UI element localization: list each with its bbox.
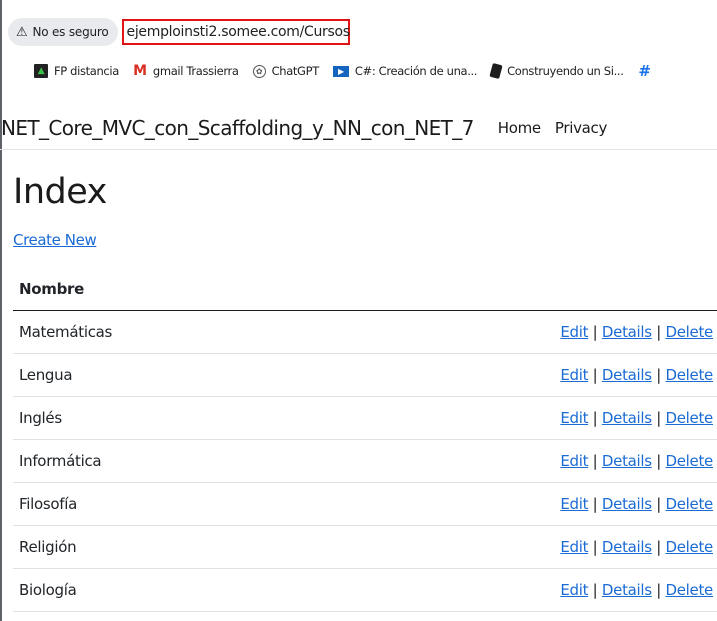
row-actions: Edit | Details | Delete <box>279 482 717 526</box>
details-link[interactable]: Details <box>602 495 652 513</box>
table-row: Matemáticas Edit | Details | Delete <box>13 310 717 354</box>
edit-link[interactable]: Edit <box>560 538 588 556</box>
bookmarks-bar: ▲ FP distancia M gmail Trassierra ✿ Chat… <box>34 60 666 82</box>
separator: | <box>592 581 598 599</box>
bookmark-chatgpt[interactable]: ✿ ChatGPT <box>252 64 320 78</box>
delete-link[interactable]: Delete <box>666 409 714 427</box>
column-header-nombre: Nombre <box>13 268 280 311</box>
site-navbar: NET_Core_MVC_con_Scaffolding_y_NN_con_NE… <box>0 106 717 150</box>
bookmark-label: C#: Creación de una... <box>354 64 478 78</box>
separator: | <box>592 495 598 513</box>
separator: | <box>592 366 598 384</box>
bookmark-construyendo[interactable]: Construyendo un Si... <box>489 62 624 80</box>
details-link[interactable]: Details <box>602 452 652 470</box>
bookmark-app-icon <box>489 62 503 80</box>
courses-table: Nombre Matemáticas Edit | Details | Delet… <box>13 268 717 612</box>
delete-link[interactable]: Delete <box>666 323 714 341</box>
window-edge <box>0 0 2 621</box>
separator: | <box>592 452 598 470</box>
site-brand[interactable]: NET_Core_MVC_con_Scaffolding_y_NN_con_NE… <box>1 116 474 140</box>
row-actions: Edit | Details | Delete <box>279 439 717 483</box>
url-input[interactable]: ejemploinsti2.somee.com/Cursos <box>121 19 350 45</box>
course-name: Filosofía <box>13 482 280 526</box>
row-actions: Edit | Details | Delete <box>279 568 717 612</box>
delete-link[interactable]: Delete <box>666 538 714 556</box>
bookmark-hash[interactable]: # <box>638 62 652 80</box>
separator: | <box>592 538 598 556</box>
edit-link[interactable]: Edit <box>560 366 588 384</box>
course-name: Religión <box>13 525 280 569</box>
edit-link[interactable]: Edit <box>560 495 588 513</box>
separator: | <box>592 409 598 427</box>
table-row: Filosofía Edit | Details | Delete <box>13 482 717 526</box>
video-icon: ▶ <box>332 65 349 77</box>
course-name: Informática <box>13 439 280 483</box>
details-link[interactable]: Details <box>602 409 652 427</box>
edit-link[interactable]: Edit <box>560 452 588 470</box>
table-header-row: Nombre <box>13 268 717 311</box>
row-actions: Edit | Details | Delete <box>279 310 717 354</box>
bookmark-label: Construyendo un Si... <box>507 64 624 78</box>
bookmark-csharp[interactable]: ▶ C#: Creación de una... <box>332 64 478 78</box>
page-title: Index <box>13 172 107 212</box>
nav-home[interactable]: Home <box>498 119 541 137</box>
table-row: Inglés Edit | Details | Delete <box>13 396 717 440</box>
table-row: Lengua Edit | Details | Delete <box>13 353 717 397</box>
fp-distancia-icon: ▲ <box>34 64 48 78</box>
delete-link[interactable]: Delete <box>666 495 714 513</box>
table-row: Religión Edit | Details | Delete <box>13 525 717 569</box>
chatgpt-icon: ✿ <box>252 64 266 78</box>
edit-link[interactable]: Edit <box>560 323 588 341</box>
course-name: Biología <box>13 568 280 612</box>
bookmark-label: ChatGPT <box>271 64 320 78</box>
course-name: Lengua <box>13 353 280 397</box>
separator: | <box>592 323 598 341</box>
delete-link[interactable]: Delete <box>666 452 714 470</box>
address-bar: ⚠ No es seguro ejemploinsti2.somee.com/C… <box>8 18 350 46</box>
gmail-icon: M <box>133 63 147 79</box>
separator: | <box>656 538 662 556</box>
details-link[interactable]: Details <box>602 538 652 556</box>
delete-link[interactable]: Delete <box>666 581 714 599</box>
hash-icon: # <box>638 62 651 80</box>
separator: | <box>656 495 662 513</box>
separator: | <box>656 452 662 470</box>
course-name: Inglés <box>13 396 280 440</box>
details-link[interactable]: Details <box>602 366 652 384</box>
details-link[interactable]: Details <box>602 323 652 341</box>
column-header-actions <box>279 268 717 311</box>
security-label: No es seguro <box>32 25 109 39</box>
separator: | <box>656 323 662 341</box>
edit-link[interactable]: Edit <box>560 581 588 599</box>
table-row: Biología Edit | Details | Delete <box>13 568 717 612</box>
details-link[interactable]: Details <box>602 581 652 599</box>
row-actions: Edit | Details | Delete <box>279 525 717 569</box>
delete-link[interactable]: Delete <box>666 366 714 384</box>
bookmark-gmail[interactable]: M gmail Trassierra <box>133 63 239 79</box>
separator: | <box>656 409 662 427</box>
security-chip[interactable]: ⚠ No es seguro <box>8 18 118 46</box>
row-actions: Edit | Details | Delete <box>279 353 717 397</box>
warning-icon: ⚠ <box>16 24 28 40</box>
separator: | <box>656 581 662 599</box>
table-row: Informática Edit | Details | Delete <box>13 439 717 483</box>
edit-link[interactable]: Edit <box>560 409 588 427</box>
separator: | <box>656 366 662 384</box>
bookmark-label: FP distancia <box>54 64 119 78</box>
course-name: Matemáticas <box>13 310 280 354</box>
create-new-link[interactable]: Create New <box>13 231 97 249</box>
nav-privacy[interactable]: Privacy <box>555 119 608 137</box>
row-actions: Edit | Details | Delete <box>279 396 717 440</box>
bookmark-fp-distancia[interactable]: ▲ FP distancia <box>34 64 119 78</box>
bookmark-label: gmail Trassierra <box>152 64 239 78</box>
